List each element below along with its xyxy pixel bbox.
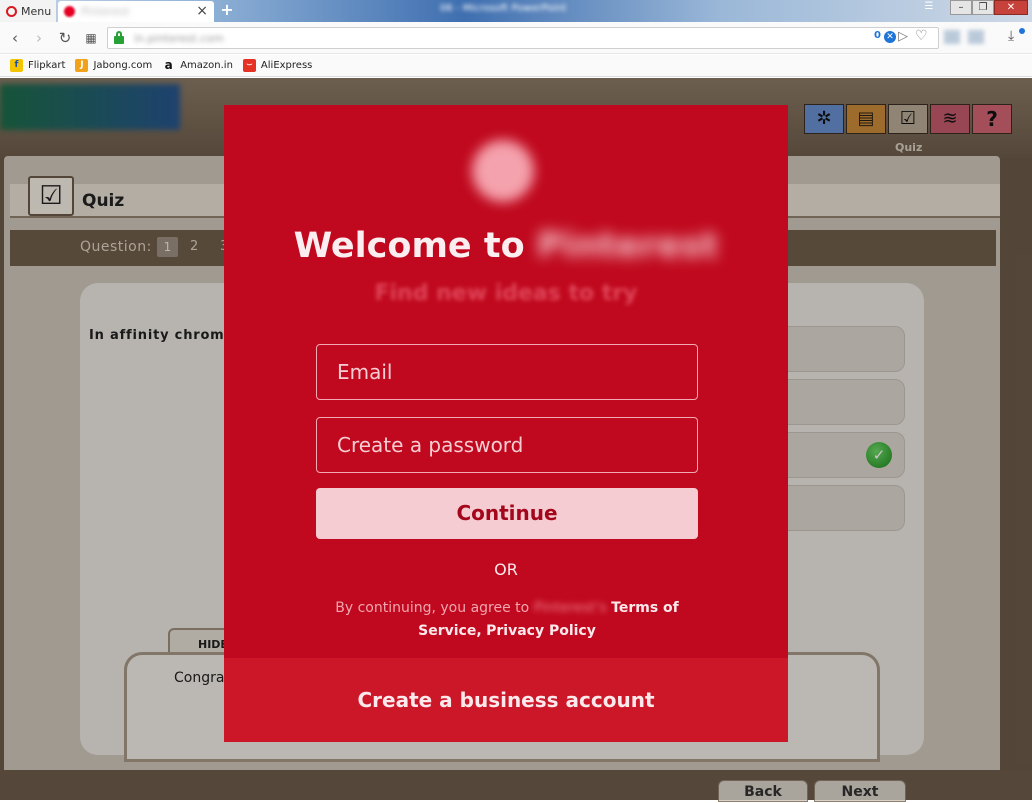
welcome-subtitle: Find new ideas to try: [374, 281, 638, 306]
amazon-icon: a: [164, 58, 173, 72]
welcome-brand: Pinterest: [536, 226, 719, 266]
privacy-policy-link[interactable]: Privacy Policy: [486, 623, 596, 639]
pinterest-logo-icon: [472, 140, 534, 202]
business-account-link[interactable]: Create a business account: [224, 688, 788, 712]
url-text[interactable]: in.pinterest.com: [134, 32, 224, 45]
download-icon[interactable]: ⤓: [1008, 28, 1014, 44]
password-field[interactable]: Create a password: [316, 417, 698, 473]
reload-icon[interactable]: ↻: [56, 29, 74, 47]
tab-close-icon[interactable]: ×: [196, 3, 208, 19]
minimize-button[interactable]: –: [950, 0, 972, 15]
adblock-count[interactable]: 0: [874, 30, 881, 41]
email-field[interactable]: Email: [316, 344, 698, 400]
back-arrow-icon[interactable]: ‹: [6, 29, 24, 47]
pinterest-favicon-icon: [64, 6, 75, 17]
tab-title: Pinterest: [81, 5, 130, 18]
opera-menu-button[interactable]: Menu: [0, 0, 56, 22]
terms-text: By continuing, you agree to Pinterest's …: [316, 597, 698, 643]
secure-lock-icon: [114, 31, 124, 44]
restore-button[interactable]: ❐: [972, 0, 994, 15]
forward-arrow-icon[interactable]: ›: [30, 29, 48, 47]
flipkart-icon: f: [10, 59, 23, 72]
opera-logo-icon: [6, 5, 17, 17]
bookmark-amazon[interactable]: a Amazon.in: [162, 59, 233, 72]
bookmark-heart-icon[interactable]: ♡: [915, 28, 928, 44]
bookmark-aliexpress[interactable]: ⌣ AliExpress: [242, 59, 312, 72]
new-tab-plus-icon[interactable]: +: [218, 1, 236, 19]
extension-icons[interactable]: [944, 30, 990, 46]
bookmark-flipkart[interactable]: f Flipkart: [10, 59, 65, 72]
terms-separator: ,: [476, 623, 482, 639]
bookmark-jabong[interactable]: J Jabong.com: [75, 59, 152, 72]
bookmarks-bar: f Flipkart J Jabong.com a Amazon.in ⌣ AliExp…: [0, 55, 1032, 77]
menu-label: Menu: [21, 4, 52, 18]
continue-button[interactable]: Continue: [316, 488, 698, 539]
browser-tab[interactable]: Pinterest ×: [58, 1, 214, 22]
tab-menu-icon[interactable]: ☰: [918, 0, 940, 15]
jabong-icon: J: [75, 59, 89, 72]
download-badge: [1019, 28, 1025, 34]
welcome-prefix: Welcome to: [293, 226, 525, 266]
terms-brand: Pinterest's: [533, 600, 607, 616]
welcome-heading: Welcome to Pinterest: [224, 226, 788, 266]
aliexpress-icon: ⌣: [242, 59, 256, 72]
speed-dial-grid-icon[interactable]: ▦: [82, 29, 100, 47]
terms-prefix: By continuing, you agree to: [335, 600, 530, 616]
or-divider: OR: [494, 560, 518, 579]
adblock-shield-icon[interactable]: ✕: [884, 31, 896, 43]
snapshot-send-icon[interactable]: ▷: [898, 29, 908, 44]
close-window-button[interactable]: ✕: [994, 0, 1028, 15]
window-title: 06 - Microsoft PowerPoint: [440, 3, 567, 14]
address-bar[interactable]: [107, 27, 939, 49]
